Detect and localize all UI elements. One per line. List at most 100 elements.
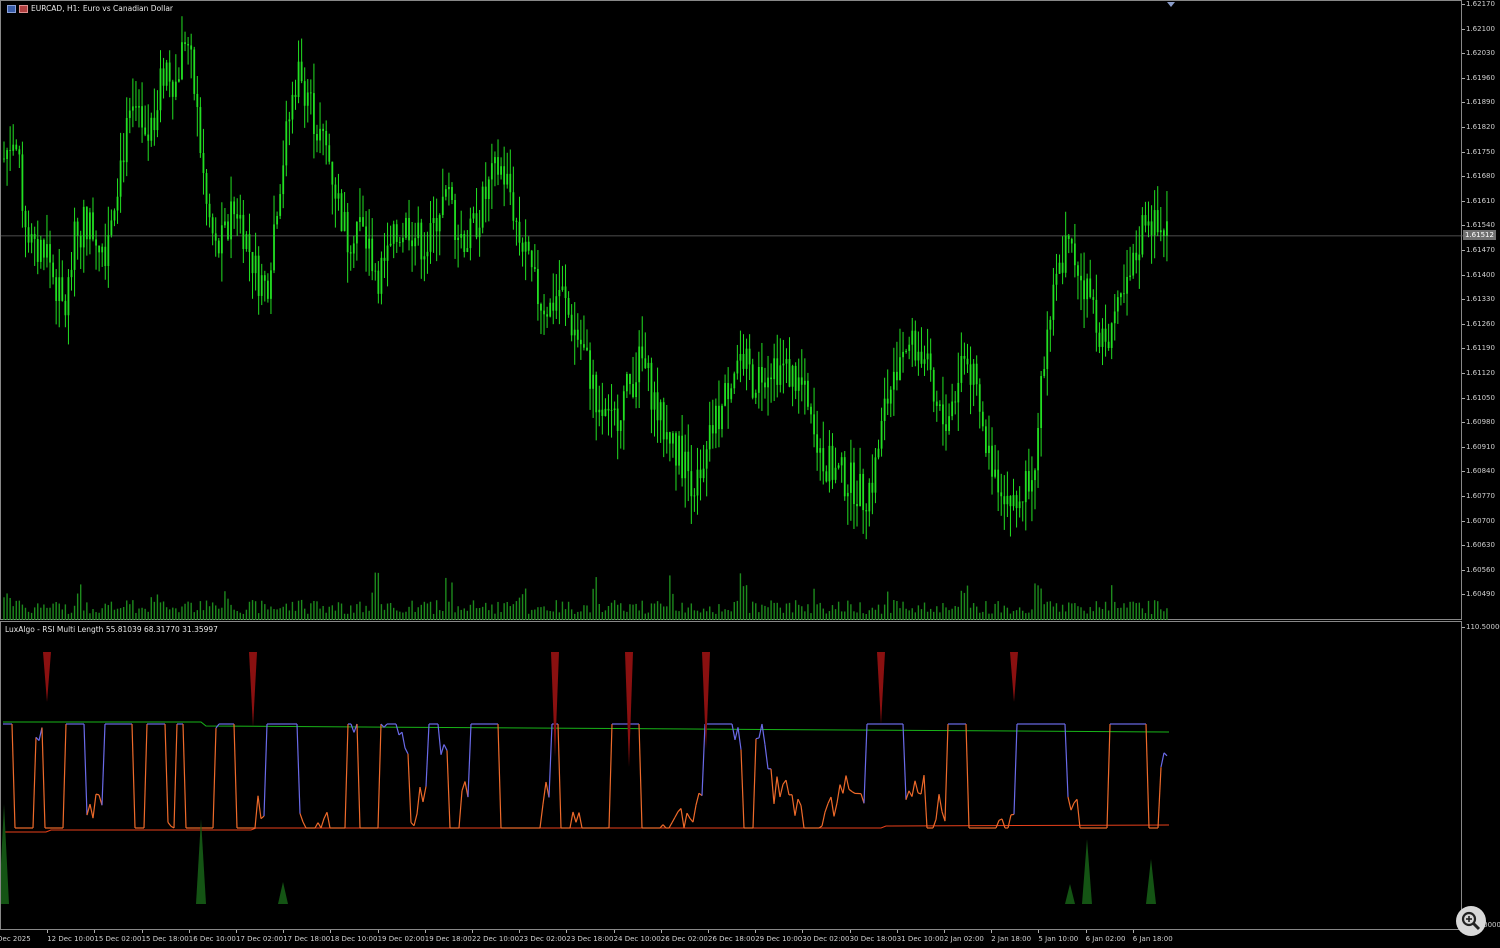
time-axis[interactable]: 11 Dec 2025 12 Dec 10:0015 Dec 02:0015 De… bbox=[0, 930, 1462, 948]
chart-window-icon[interactable] bbox=[7, 4, 16, 13]
indicator-scale[interactable]: 110.50000 0.00000 bbox=[1462, 621, 1500, 930]
rsi-line-segment bbox=[908, 790, 913, 797]
candle-body bbox=[359, 217, 361, 222]
candle-body bbox=[61, 277, 64, 301]
candle-body bbox=[76, 221, 79, 236]
time-tick: 30 Dec 02:00 bbox=[802, 930, 850, 943]
candle-body bbox=[761, 367, 763, 383]
candle-body bbox=[1123, 293, 1125, 295]
rsi-line-segment bbox=[785, 779, 790, 796]
price-chart bbox=[1, 16, 1463, 620]
symbol-description: Euro vs Canadian Dollar bbox=[82, 4, 174, 13]
rsi-line-segment bbox=[254, 795, 259, 829]
candle-body bbox=[337, 193, 340, 199]
candle-body bbox=[184, 42, 186, 45]
rsi-line-segment bbox=[740, 749, 745, 829]
rsi-line-segment bbox=[731, 723, 736, 741]
candle-body bbox=[174, 81, 177, 97]
rsi-line-segment bbox=[821, 812, 826, 827]
candle-body bbox=[444, 189, 447, 197]
rsi-line-segment bbox=[395, 723, 400, 736]
candle-body bbox=[656, 392, 659, 421]
candle-body bbox=[1104, 328, 1107, 342]
candle-body bbox=[405, 217, 407, 238]
price-tick: 1.62170 bbox=[1462, 0, 1495, 8]
candle-body bbox=[1083, 280, 1085, 300]
rsi-line-segment bbox=[932, 819, 937, 829]
candle-body bbox=[972, 363, 975, 385]
rsi-line-segment bbox=[638, 723, 643, 829]
chart-restore-icon[interactable] bbox=[19, 4, 28, 13]
candle-body bbox=[871, 482, 874, 493]
candle-body bbox=[896, 371, 898, 381]
price-tick: 1.62100 bbox=[1462, 24, 1495, 33]
candle-body bbox=[1098, 332, 1101, 347]
rsi-line-segment bbox=[761, 723, 766, 745]
price-scale[interactable]: 1.62170 1.62100 1.62030 1.61960 1.61890 1.618… bbox=[1462, 0, 1500, 620]
candle-body bbox=[454, 200, 456, 240]
price-tick: 1.60490 bbox=[1462, 590, 1495, 599]
time-tick: 17 Dec 18:00 bbox=[283, 930, 331, 943]
zoom-button[interactable] bbox=[1456, 906, 1486, 936]
candle-body bbox=[432, 218, 435, 224]
rsi-line-segment bbox=[413, 813, 418, 826]
candle-body bbox=[457, 237, 460, 240]
candle-body bbox=[984, 426, 987, 454]
candle-body bbox=[276, 215, 278, 225]
candle-body bbox=[288, 119, 291, 122]
candle-body bbox=[1144, 215, 1147, 226]
indicator-pane[interactable]: LuxAlgo - RSI Multi Length 55.81039 68.3… bbox=[0, 621, 1462, 930]
candle-body bbox=[1159, 230, 1162, 233]
rsi-line-segment bbox=[944, 723, 949, 822]
candle-body bbox=[460, 233, 463, 238]
candle-body bbox=[963, 355, 966, 359]
candle-body bbox=[156, 110, 159, 131]
price-tick: 1.61120 bbox=[1462, 369, 1495, 377]
candle-body bbox=[579, 339, 582, 345]
rsi-line-segment bbox=[326, 812, 331, 829]
candle-body bbox=[635, 382, 637, 398]
bullish-spike bbox=[1, 804, 9, 904]
main-chart-pane[interactable]: EURCAD, H1: Euro vs Canadian Dollar bbox=[0, 0, 1463, 620]
price-tick: 1.62030 bbox=[1462, 49, 1495, 58]
candle-body bbox=[355, 221, 358, 244]
candle-body bbox=[515, 220, 518, 222]
candle-body bbox=[1009, 495, 1012, 507]
candle-body bbox=[1141, 215, 1144, 255]
candle-body bbox=[187, 44, 190, 46]
candle-body bbox=[408, 217, 410, 241]
candle-body bbox=[561, 286, 564, 290]
chart-shift-marker-icon[interactable] bbox=[1167, 2, 1175, 7]
candle-body bbox=[960, 355, 963, 383]
candle-body bbox=[951, 401, 954, 417]
candle-body bbox=[104, 246, 107, 266]
rsi-line-segment bbox=[770, 768, 775, 804]
chart-title: EURCAD, H1: Euro vs Canadian Dollar bbox=[7, 4, 173, 13]
price-tick: 1.60770 bbox=[1462, 492, 1495, 500]
candle-body bbox=[236, 214, 239, 219]
rsi-line-segment bbox=[1076, 799, 1081, 829]
candle-body bbox=[813, 414, 815, 435]
candle-body bbox=[610, 409, 613, 411]
candle-body bbox=[601, 409, 604, 416]
candle-body bbox=[978, 384, 981, 412]
time-tick: 12 Dec 10:00 bbox=[47, 930, 95, 943]
candle-body bbox=[552, 302, 555, 311]
rsi-line-segment bbox=[95, 793, 100, 796]
rsi-line-segment bbox=[914, 780, 919, 793]
candle-body bbox=[1113, 311, 1116, 324]
candle-body bbox=[122, 160, 125, 163]
candle-body bbox=[647, 362, 650, 369]
candle-body bbox=[540, 304, 542, 311]
candle-body bbox=[282, 165, 285, 195]
rsi-line-segment bbox=[419, 786, 424, 803]
candle-body bbox=[1070, 239, 1073, 244]
candle-body bbox=[607, 408, 610, 411]
candle-body bbox=[702, 468, 705, 479]
time-tick: 26 Dec 18:00 bbox=[708, 930, 756, 943]
candle-body bbox=[822, 448, 825, 472]
price-tick: 1.61050 bbox=[1462, 393, 1495, 402]
rsi-line-segment bbox=[182, 723, 187, 829]
candle-body bbox=[1015, 495, 1018, 509]
candle-body bbox=[1073, 243, 1076, 266]
